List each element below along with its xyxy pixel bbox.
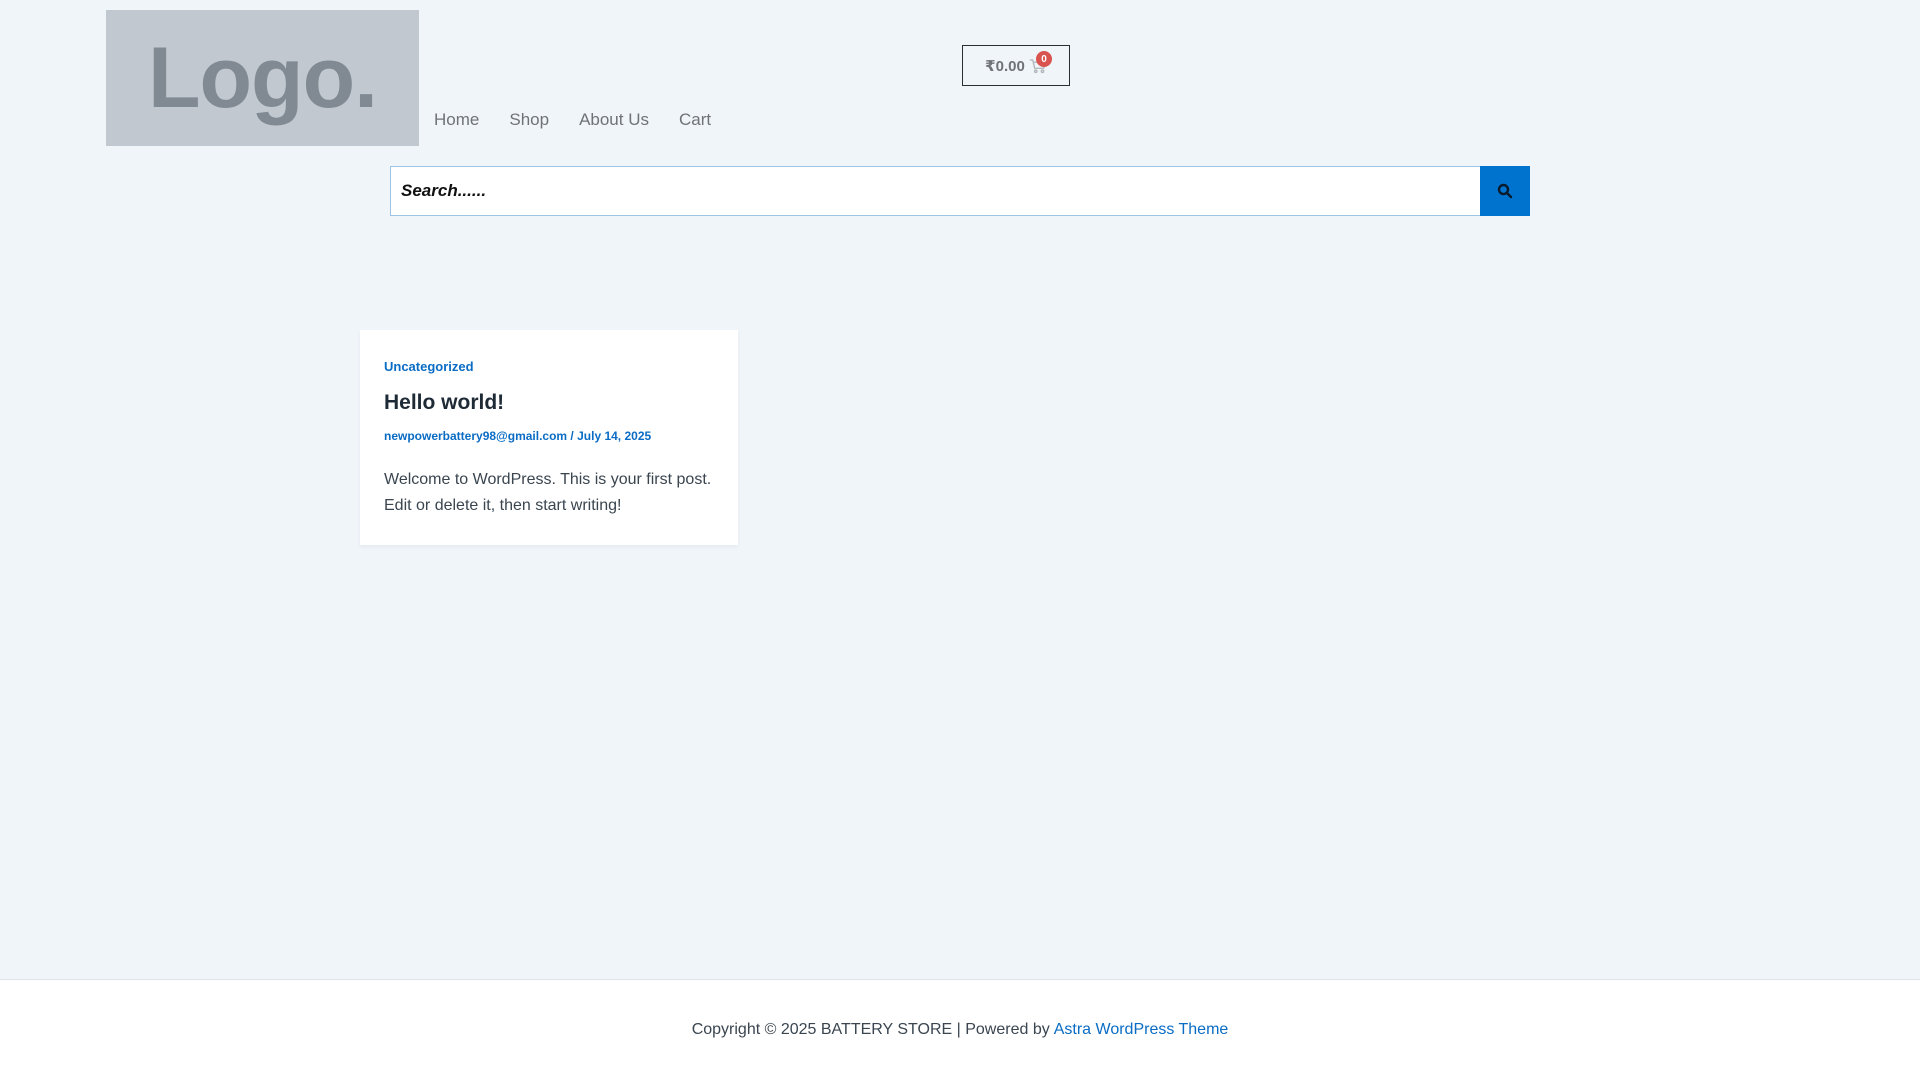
post-excerpt: Welcome to WordPress. This is your first…	[384, 471, 712, 514]
cart-total: ₹0.00	[985, 57, 1025, 75]
site-footer: Copyright © 2025 BATTERY STORE | Powered…	[0, 979, 1920, 1080]
main-nav: Home Shop About Us Cart	[434, 110, 711, 130]
post-title[interactable]: Hello world!	[384, 391, 714, 415]
mini-cart-button[interactable]: ₹0.00	[962, 45, 1070, 86]
search-input[interactable]	[390, 166, 1480, 216]
logo-text: Logo.	[147, 30, 378, 126]
post-card: Uncategorized Hello world! newpowerbatte…	[360, 330, 738, 545]
page: Logo. Home Shop About Us Cart ₹0.00 0 Se…	[0, 0, 1920, 1080]
nav-item-home[interactable]: Home	[434, 110, 479, 130]
post-category-link[interactable]: Uncategorized	[384, 359, 474, 374]
post-meta: newpowerbattery98@gmail.com / July 14, 2…	[384, 429, 714, 443]
search-button[interactable]	[1480, 166, 1530, 216]
footer-copyright: Copyright © 2025 BATTERY STORE | Powered…	[691, 1021, 1050, 1038]
footer-theme-link[interactable]: Astra WordPress Theme	[1054, 1021, 1229, 1080]
post-date-link[interactable]: July 14, 2025	[577, 429, 651, 443]
cart-count-badge: 0	[1036, 51, 1052, 67]
search-form	[390, 166, 1530, 216]
nav-item-about-us[interactable]: About Us	[579, 110, 649, 130]
search-icon	[1496, 182, 1514, 200]
nav-item-cart[interactable]: Cart	[679, 110, 711, 130]
meta-separator: /	[567, 429, 578, 443]
site-logo[interactable]: Logo.	[106, 10, 419, 146]
nav-item-shop[interactable]: Shop	[509, 110, 549, 130]
post-author-link[interactable]: newpowerbattery98@gmail.com	[384, 429, 567, 443]
